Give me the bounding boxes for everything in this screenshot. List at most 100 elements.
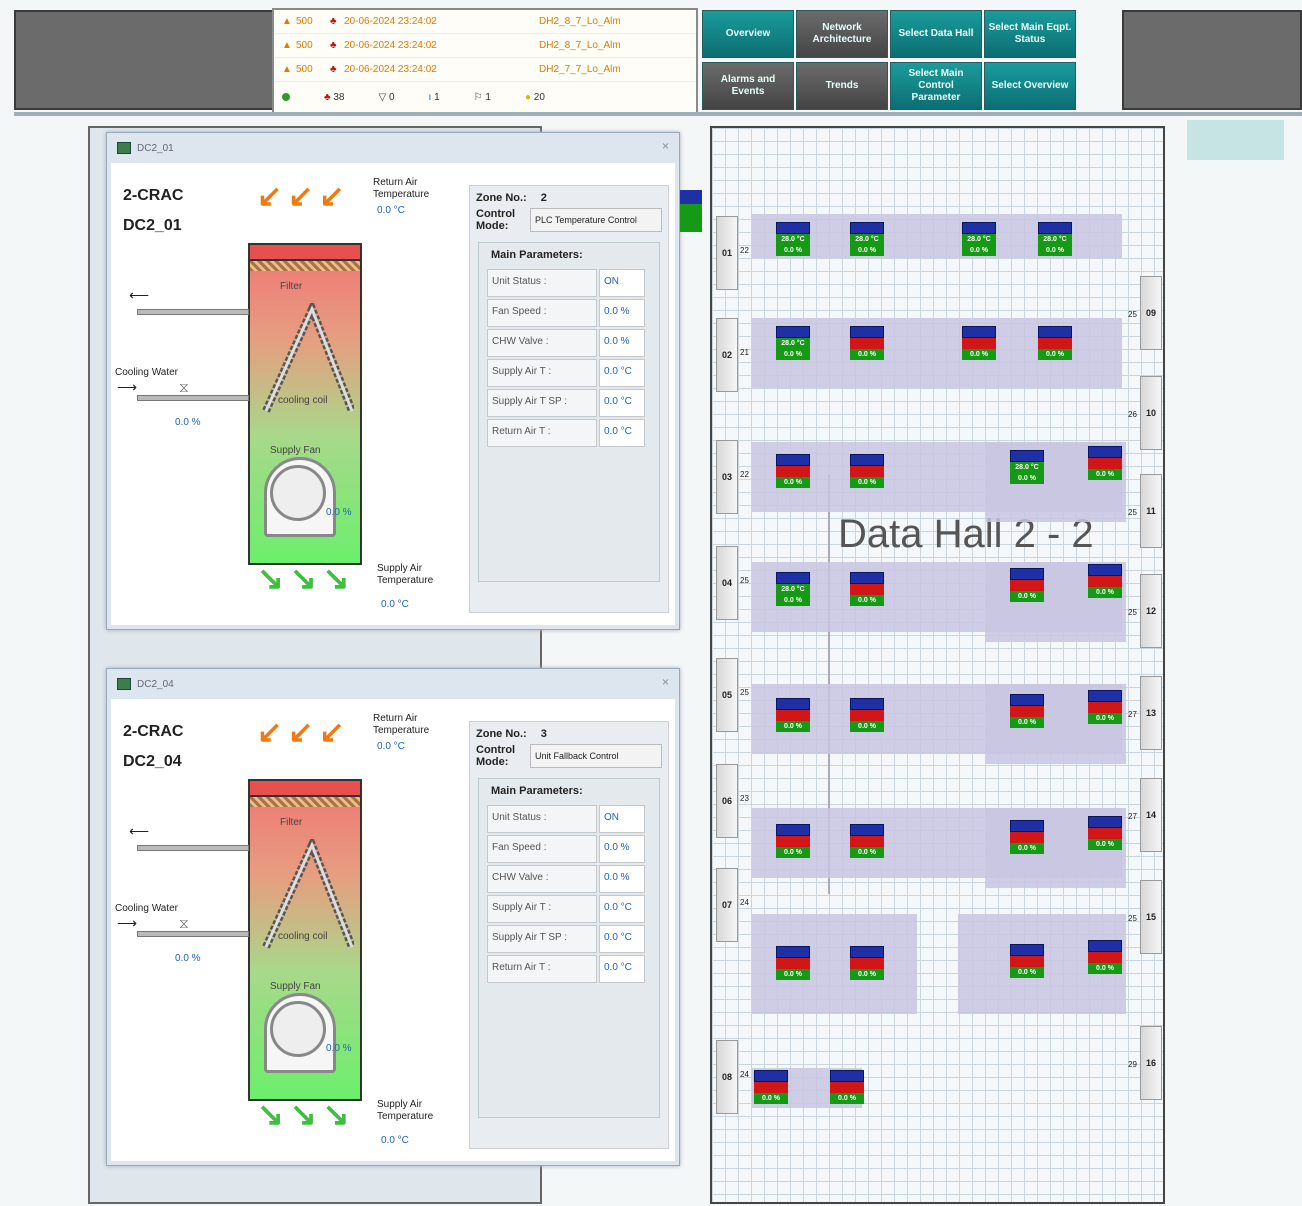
alarm-row[interactable]: ▲ 500 ♣ 20-06-2024 23:24:02 DH2_8_7_Lo_A… xyxy=(274,10,696,34)
nav-select-overview-button[interactable]: Select Overview xyxy=(984,62,1076,110)
nav-select-main-eqpt-button[interactable]: Select Main Eqpt. Status xyxy=(984,10,1076,58)
param-row: Fan Speed :0.0 % xyxy=(487,299,651,327)
supply-air-arrows-icon: ↘↘↘ xyxy=(257,560,356,596)
rack-tile[interactable]: 0.0 % xyxy=(850,326,884,372)
row-label-01[interactable]: 01 xyxy=(716,216,738,290)
rack-temperature xyxy=(776,710,810,721)
alarm-count-value: 20 xyxy=(533,91,545,103)
row-label-11[interactable]: 11 xyxy=(1140,474,1162,548)
close-icon[interactable]: × xyxy=(662,675,669,689)
alarm-row[interactable]: ▲ 500 ♣ 20-06-2024 23:24:02 DH2_8_7_Lo_A… xyxy=(274,34,696,58)
data-hall-map[interactable]: Data Hall 2 - 2 01 22 02 21 03 22 04 25 05 25 06 23… xyxy=(710,126,1165,1204)
row-label-09[interactable]: 09 xyxy=(1140,276,1162,350)
rack-tile[interactable]: 0.0 % xyxy=(1038,326,1072,372)
crac-window-dc2-04[interactable]: DC2_04 × 2-CRAC DC2_04 ↙↙↙ Return Air Te… xyxy=(106,668,680,1166)
rack-tile[interactable]: 0.0 % xyxy=(776,698,810,744)
rack-tile[interactable]: 0.0 % xyxy=(962,326,996,372)
row-rack-count: 27 xyxy=(1128,710,1137,719)
rack-tile[interactable]: 0.0 % xyxy=(1088,690,1122,736)
rack-tile[interactable]: 0.0 % xyxy=(1010,694,1044,740)
nav-trends-button[interactable]: Trends xyxy=(796,62,888,110)
rack-tile[interactable]: 28.0 °C 0.0 % xyxy=(850,222,884,268)
main-parameters-group: Main Parameters: Unit Status : ON Fan Spe… xyxy=(478,242,660,582)
param-value: 0.0 °C xyxy=(599,359,645,387)
nav-overview-button[interactable]: Overview xyxy=(702,10,794,58)
arrow-left-icon: ⟵ xyxy=(129,287,150,303)
alarm-count-total: ● 20 xyxy=(525,92,545,103)
coil-label: cooling coil xyxy=(278,395,328,406)
rack-tile[interactable]: 0.0 % xyxy=(1088,564,1122,610)
row-label-13[interactable]: 13 xyxy=(1140,676,1162,750)
rack-tile[interactable]: 0.0 % xyxy=(776,824,810,870)
rack-tile[interactable]: 28.0 °C 0.0 % xyxy=(776,572,810,618)
rack-tile[interactable]: 0.0 % xyxy=(1010,568,1044,614)
row-label-05[interactable]: 05 xyxy=(716,658,738,732)
row-rack-count: 21 xyxy=(740,348,749,357)
param-row: CHW Valve :0.0 % xyxy=(487,865,651,893)
rack-tile[interactable]: 0.0 % xyxy=(776,946,810,992)
row-label-07[interactable]: 07 xyxy=(716,868,738,942)
rack-tile[interactable]: 0.0 % xyxy=(1088,816,1122,862)
zone-line: Zone No.: 3 xyxy=(470,722,668,740)
nav-alarms-events-button[interactable]: Alarms and Events xyxy=(702,62,794,110)
rack-tile[interactable]: 28.0 °C 0.0 % xyxy=(1010,450,1044,496)
rack-tile[interactable]: 0.0 % xyxy=(850,824,884,870)
unit-top-band xyxy=(250,245,360,261)
row-rack-count: 24 xyxy=(740,1070,749,1079)
row-label-15[interactable]: 15 xyxy=(1140,880,1162,954)
zone-value: 3 xyxy=(540,728,547,740)
rack-tile[interactable]: 0.0 % xyxy=(776,454,810,500)
rack-temperature xyxy=(850,338,884,349)
return-air-label: Return Air Temperature xyxy=(373,713,430,736)
nav-network-button[interactable]: Network Architecture xyxy=(796,10,888,58)
rack-temperature xyxy=(1010,832,1044,843)
alarm-priority: 500 xyxy=(296,64,313,75)
rack-percentage: 0.0 % xyxy=(776,349,810,360)
rack-tile[interactable]: 0.0 % xyxy=(1010,820,1044,866)
rack-tile[interactable]: 0.0 % xyxy=(850,698,884,744)
row-label-16[interactable]: 16 xyxy=(1140,1026,1162,1100)
param-row: Unit Status : ON xyxy=(487,805,651,833)
rack-tile[interactable]: 0.0 % xyxy=(1010,944,1044,990)
rack-tile[interactable]: 0.0 % xyxy=(830,1070,864,1116)
param-row: Supply Air T :0.0 °C xyxy=(487,895,651,923)
rack-tile[interactable]: 0.0 % xyxy=(850,454,884,500)
rack-tile[interactable]: 28.0 °C 0.0 % xyxy=(776,326,810,372)
rack-id-strip xyxy=(850,326,884,338)
alarm-banner[interactable]: ▲ 500 ♣ 20-06-2024 23:24:02 DH2_8_7_Lo_A… xyxy=(272,8,698,116)
rack-temperature xyxy=(1010,580,1044,591)
rack-tile[interactable]: 0.0 % xyxy=(1088,940,1122,986)
row-label-06[interactable]: 06 xyxy=(716,764,738,838)
alarm-priority: 500 xyxy=(296,16,313,27)
row-label-04[interactable]: 04 xyxy=(716,546,738,620)
return-air-value: 0.0 °C xyxy=(377,741,405,752)
nav-select-data-hall-button[interactable]: Select Data Hall xyxy=(890,10,982,58)
row-label-03[interactable]: 03 xyxy=(716,440,738,514)
rack-tile[interactable]: 0.0 % xyxy=(850,946,884,992)
crac-window-dc2-01[interactable]: DC2_01 × 2-CRAC DC2_01 ↙↙↙ Return Air Te… xyxy=(106,132,680,630)
nav-select-main-control-button[interactable]: Select Main Control Parameter xyxy=(890,62,982,110)
rack-id-strip xyxy=(1088,446,1122,458)
row-label-08[interactable]: 08 xyxy=(716,1040,738,1114)
fan-value: 0.0 % xyxy=(326,1043,352,1054)
rack-tile[interactable]: 28.0 °C 0.0 % xyxy=(1038,222,1072,268)
header-logo-block-left xyxy=(14,10,282,110)
rack-tile[interactable]: 28.0 °C 0.0 % xyxy=(962,222,996,268)
param-row: Return Air T :0.0 °C xyxy=(487,955,651,983)
alarm-row[interactable]: ▲ 500 ♣ 20-06-2024 23:24:02 DH2_7_7_Lo_A… xyxy=(274,58,696,82)
row-label-02[interactable]: 02 xyxy=(716,318,738,392)
rack-tile[interactable]: 0.0 % xyxy=(850,572,884,618)
rack-tile[interactable]: 28.0 °C 0.0 % xyxy=(776,222,810,268)
rack-tile[interactable]: 0.0 % xyxy=(754,1070,788,1116)
row-label-14[interactable]: 14 xyxy=(1140,778,1162,852)
row-label-10[interactable]: 10 xyxy=(1140,376,1162,450)
rack-tile[interactable]: 0.0 % xyxy=(1088,446,1122,492)
window-titlebar[interactable]: DC2_04 × xyxy=(107,669,679,699)
crac-name-line2: DC2_04 xyxy=(123,753,182,770)
rack-temperature xyxy=(962,338,996,349)
close-icon[interactable]: × xyxy=(662,139,669,153)
unit-top-band xyxy=(250,781,360,797)
window-titlebar[interactable]: DC2_01 × xyxy=(107,133,679,163)
row-label-12[interactable]: 12 xyxy=(1140,574,1162,648)
rack-temperature xyxy=(776,958,810,969)
